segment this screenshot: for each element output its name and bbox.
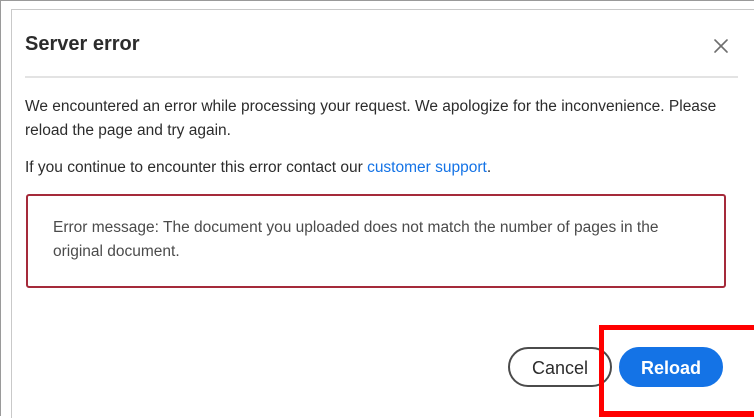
reload-button[interactable]: Reload [619, 347, 723, 387]
contact-support-text: If you continue to encounter this error … [25, 159, 491, 177]
close-icon-graphic [714, 39, 728, 53]
customer-support-link[interactable]: customer support [367, 159, 487, 176]
screenshot-frame: Server error We encountered an error whi… [0, 0, 754, 418]
close-icon[interactable] [710, 35, 732, 57]
error-message-box: Error message: The document you uploaded… [26, 194, 726, 288]
error-description: We encountered an error while processing… [25, 98, 717, 139]
dialog-title: Server error [25, 33, 140, 55]
error-message-text: Error message: The document you uploaded… [53, 219, 659, 260]
cancel-button[interactable]: Cancel [508, 347, 612, 387]
contact-prefix: If you continue to encounter this error … [25, 159, 368, 176]
contact-suffix: . [486, 159, 492, 176]
header-divider [25, 76, 738, 78]
